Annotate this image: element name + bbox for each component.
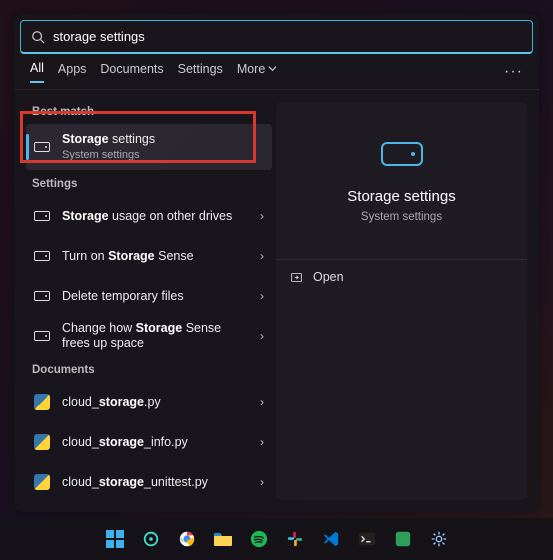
- section-documents: Documents: [32, 364, 272, 376]
- tab-apps[interactable]: Apps: [58, 62, 87, 82]
- taskbar-app[interactable]: [137, 525, 165, 553]
- result-item[interactable]: cloud_storage_info.py›: [26, 422, 272, 462]
- drive-icon: [34, 251, 50, 261]
- tab-more[interactable]: More: [237, 62, 277, 82]
- section-settings: Settings: [32, 178, 272, 190]
- taskbar: [0, 518, 553, 560]
- taskbar-terminal[interactable]: [353, 525, 381, 553]
- drive-icon: [34, 142, 50, 152]
- taskbar-vscode[interactable]: [317, 525, 345, 553]
- result-item[interactable]: Delete temporary files›: [26, 276, 272, 316]
- preview-pane: Storage settings System settings Open: [276, 102, 527, 500]
- drive-icon: [34, 291, 50, 301]
- search-bar[interactable]: [20, 20, 533, 54]
- taskbar-slack[interactable]: [281, 525, 309, 553]
- taskbar-chrome[interactable]: [173, 525, 201, 553]
- chevron-down-icon: [268, 64, 277, 73]
- open-icon: [290, 271, 303, 284]
- tab-bar: All Apps Documents Settings More ···: [14, 54, 539, 90]
- python-file-icon: [34, 394, 50, 410]
- result-item[interactable]: cloud_storage_unittest.py›: [26, 462, 272, 502]
- section-best-match: Best match: [32, 106, 272, 118]
- tab-settings[interactable]: Settings: [178, 62, 223, 82]
- taskbar-spotify[interactable]: [245, 525, 273, 553]
- drive-icon: [34, 331, 50, 341]
- result-item[interactable]: cloud_storage.py›: [26, 382, 272, 422]
- start-button[interactable]: [101, 525, 129, 553]
- drive-icon: [381, 142, 423, 166]
- open-action[interactable]: Open: [276, 260, 527, 294]
- python-file-icon: [34, 434, 50, 450]
- preview-title: Storage settings: [347, 188, 455, 205]
- search-panel: All Apps Documents Settings More ··· Bes…: [14, 14, 539, 512]
- result-item[interactable]: Storage usage on other drives›: [26, 196, 272, 236]
- drive-icon: [34, 211, 50, 221]
- overflow-button[interactable]: ···: [504, 63, 523, 81]
- search-icon: [31, 30, 45, 44]
- result-item[interactable]: Turn on Storage Sense›: [26, 236, 272, 276]
- python-file-icon: [34, 474, 50, 490]
- taskbar-app-green[interactable]: [389, 525, 417, 553]
- taskbar-explorer[interactable]: [209, 525, 237, 553]
- result-item[interactable]: cloud_storage_global_lock.py›: [26, 502, 272, 512]
- results-list: Best match Storage settings System setti…: [14, 90, 272, 512]
- tab-documents[interactable]: Documents: [100, 62, 163, 82]
- taskbar-settings[interactable]: [425, 525, 453, 553]
- tab-all[interactable]: All: [30, 61, 44, 83]
- best-match-subtitle: System settings: [62, 149, 140, 161]
- preview-subtitle: System settings: [361, 211, 442, 223]
- best-match-item[interactable]: Storage settings System settings: [26, 124, 272, 170]
- search-input[interactable]: [53, 29, 522, 44]
- result-item[interactable]: Change how Storage Sense frees up space›: [26, 316, 272, 356]
